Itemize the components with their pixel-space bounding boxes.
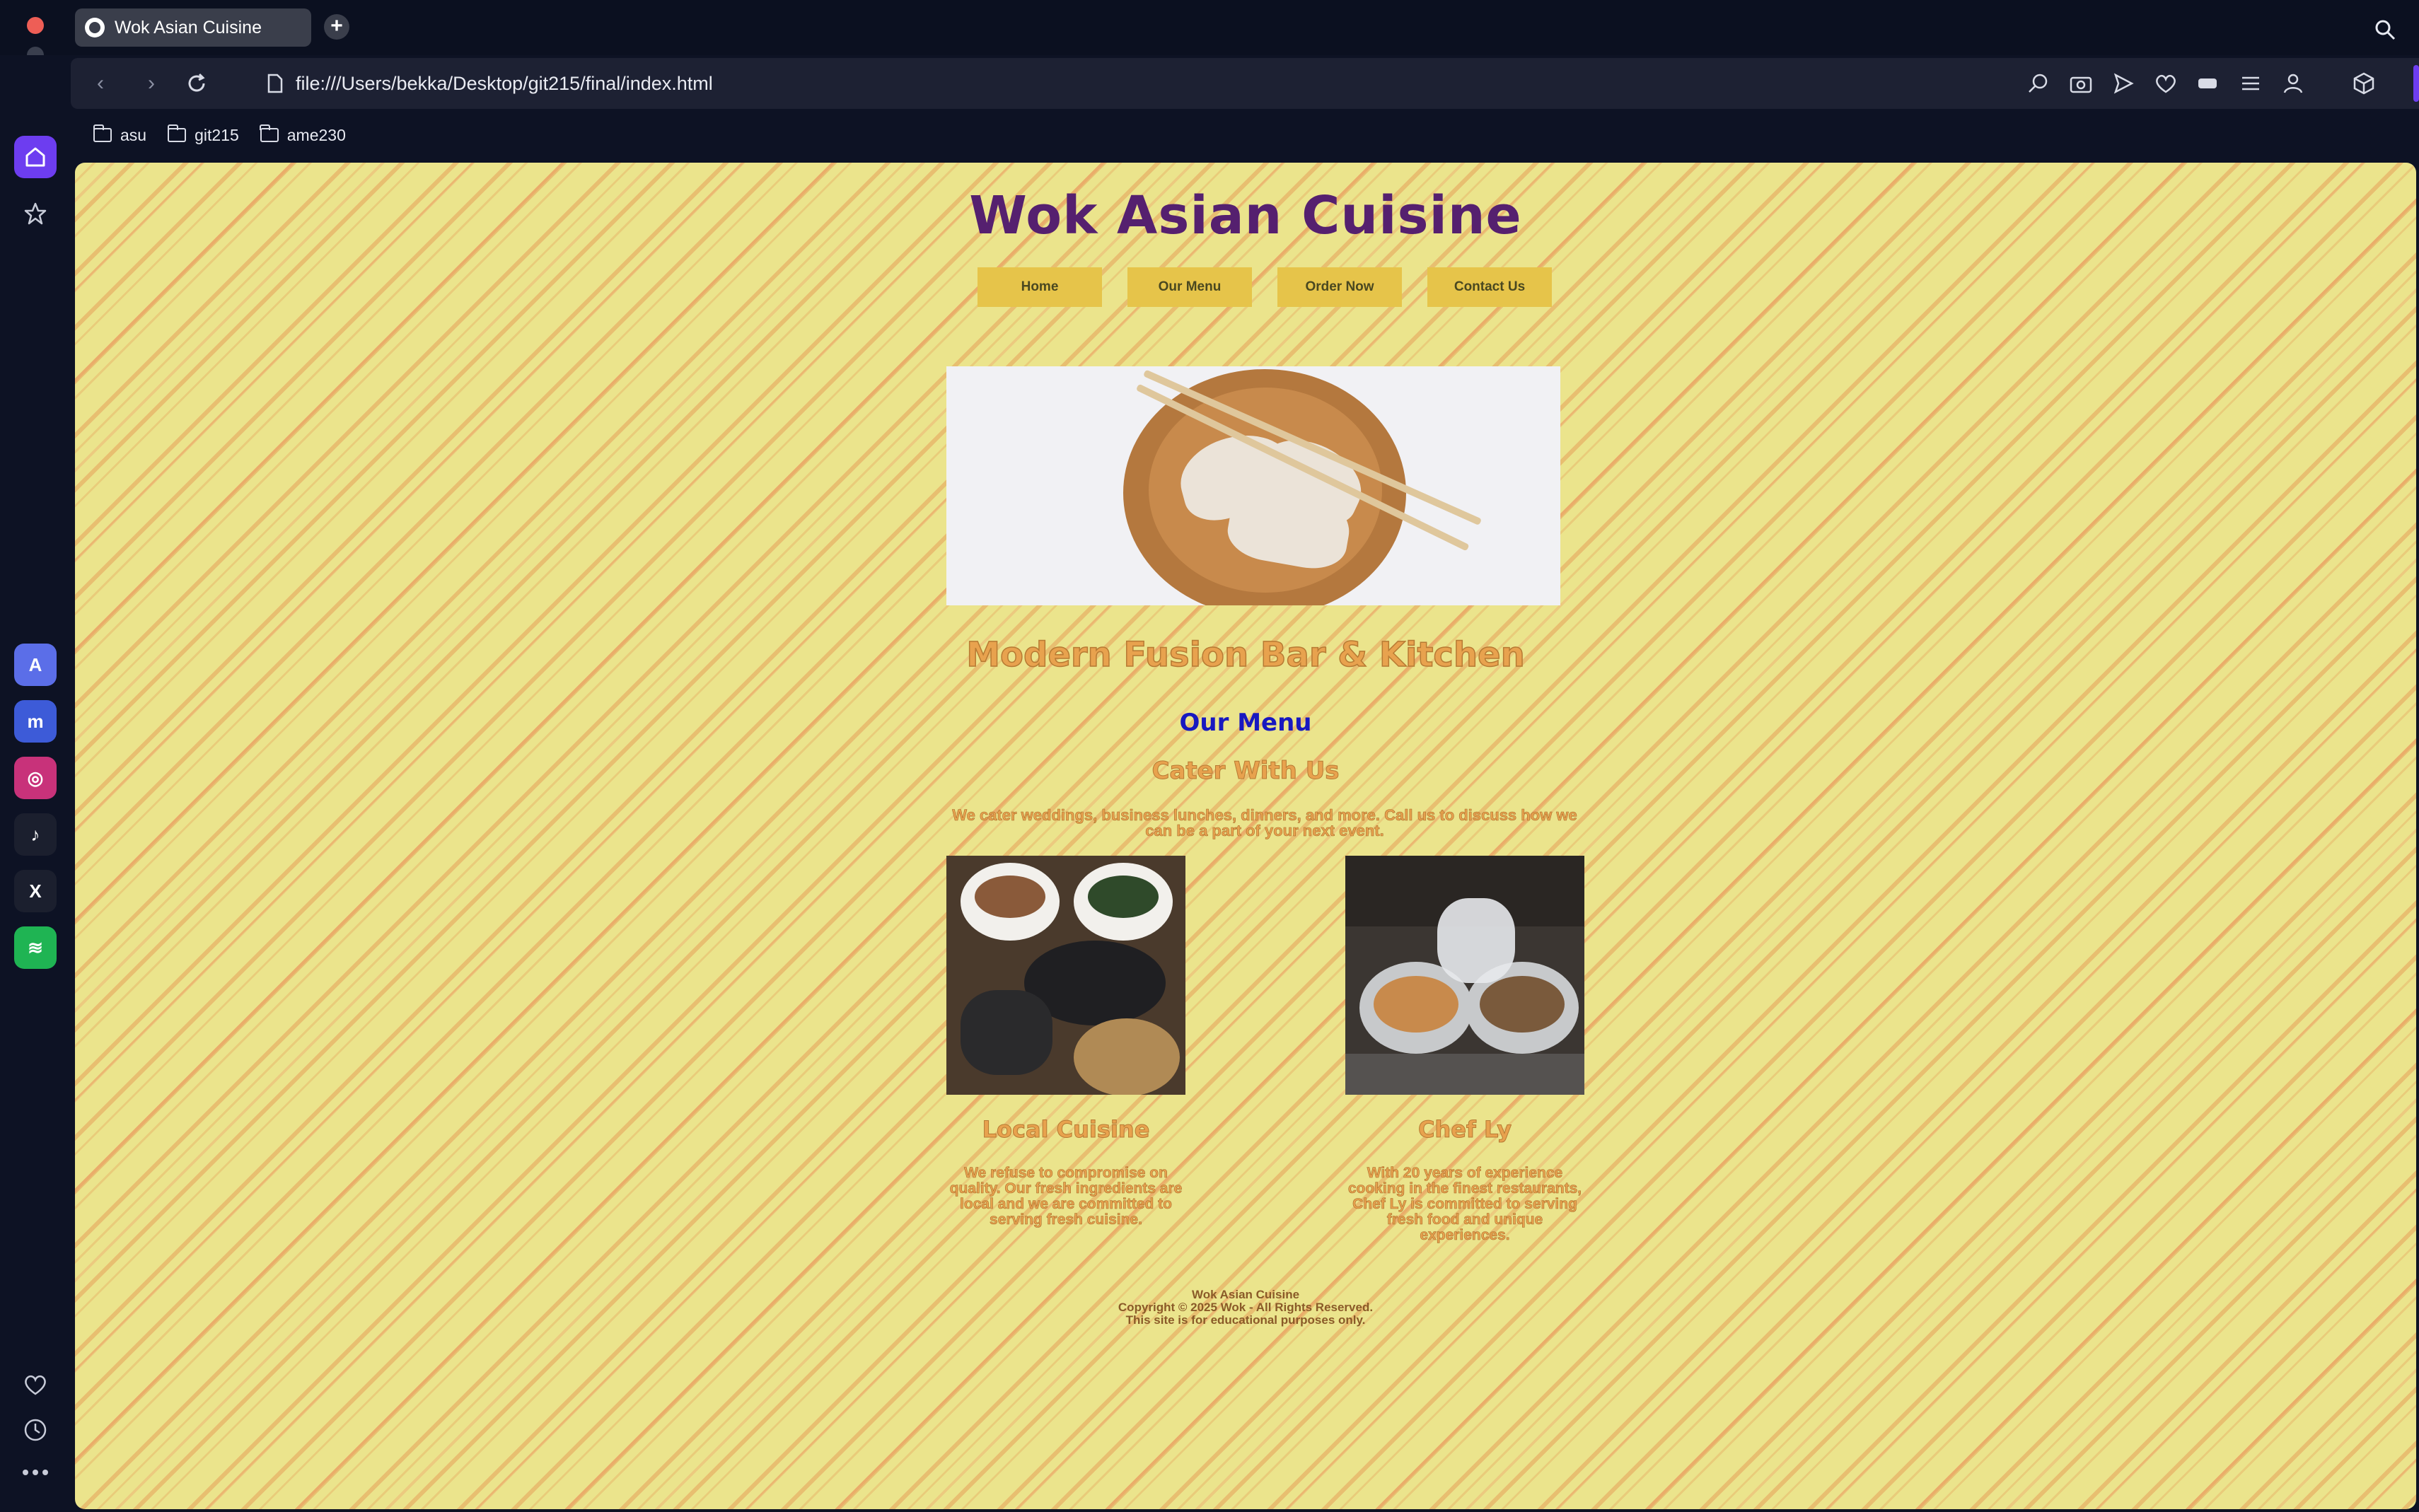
- site-footer: Wok Asian Cuisine Copyright © 2025 Wok -…: [75, 1289, 2416, 1327]
- favorites-button[interactable]: [14, 192, 57, 235]
- footer-name: Wok Asian Cuisine: [1191, 1288, 1300, 1301]
- tiktok-icon[interactable]: ♪: [14, 813, 57, 856]
- tab-title: Wok Asian Cuisine: [115, 17, 262, 37]
- bookmark-label: asu: [120, 125, 147, 144]
- search-icon[interactable]: [2374, 18, 2396, 41]
- folder-icon: [93, 124, 112, 142]
- new-tab-button[interactable]: +: [324, 14, 349, 40]
- bookmarks-bar: asu git215 ame230: [71, 112, 2419, 158]
- forward-icon[interactable]: ›: [139, 71, 164, 96]
- chef-ly-image: [1345, 856, 1584, 1095]
- home-icon: [25, 147, 45, 167]
- send-icon[interactable]: [2111, 71, 2136, 96]
- zoom-search-icon[interactable]: [2026, 71, 2051, 96]
- web-page: Wok Asian Cuisine Home Our Menu Order No…: [75, 163, 2416, 1509]
- star-icon: [24, 202, 47, 225]
- globe-icon: [85, 18, 105, 37]
- browser-toolbar: [2026, 71, 2377, 96]
- heart-icon[interactable]: [23, 1372, 48, 1396]
- folder-icon: [260, 124, 279, 142]
- profile-icon[interactable]: [2280, 71, 2306, 96]
- bookmark-asu[interactable]: asu: [93, 124, 147, 145]
- local-cuisine-title: Local Cuisine: [982, 1116, 1150, 1144]
- back-icon[interactable]: ‹: [88, 71, 113, 96]
- tagline: Modern Fusion Bar & Kitchen: [965, 634, 1525, 675]
- nav-contact-us-button[interactable]: Contact Us: [1427, 267, 1552, 307]
- close-window-button[interactable]: [27, 17, 44, 34]
- more-icon[interactable]: [21, 1468, 50, 1477]
- reload-icon[interactable]: [184, 71, 209, 96]
- sidebar: A m ◎ ♪ X ≋: [0, 55, 71, 1512]
- messenger-icon[interactable]: m: [14, 700, 57, 743]
- instagram-icon[interactable]: ◎: [14, 757, 57, 799]
- chef-ly-text: With 20 years of experience cooking in t…: [1347, 1165, 1582, 1243]
- camera-icon[interactable]: [2068, 71, 2094, 96]
- history-icon[interactable]: [23, 1417, 48, 1443]
- local-cuisine-image: [946, 856, 1185, 1095]
- nav-order-now-button[interactable]: Order Now: [1277, 267, 1402, 307]
- nav-home-button[interactable]: Home: [978, 267, 1102, 307]
- url-text: file:///Users/bekka/Desktop/git215/final…: [296, 72, 713, 94]
- local-cuisine-text: We refuse to compromise on quality. Our …: [949, 1165, 1183, 1228]
- home-button[interactable]: [14, 136, 57, 178]
- spotify-icon[interactable]: ≋: [14, 926, 57, 969]
- address-bar-row: ‹ › file:///Users/bekka/Desktop/git215/f…: [71, 58, 2419, 109]
- cater-heading: Cater With Us: [1152, 757, 1340, 786]
- url-field[interactable]: file:///Users/bekka/Desktop/git215/final…: [267, 69, 713, 98]
- footer-copyright: Copyright © 2025 Wok - All Rights Reserv…: [1118, 1301, 1374, 1314]
- nav-our-menu-button[interactable]: Our Menu: [1127, 267, 1252, 307]
- file-icon: [267, 74, 283, 93]
- chef-ly-title: Chef Ly: [1417, 1116, 1512, 1144]
- menu-lines-icon[interactable]: [2238, 71, 2263, 96]
- hero-image: [946, 366, 1560, 605]
- battery-icon[interactable]: [2195, 71, 2221, 96]
- heart-icon[interactable]: [2153, 71, 2179, 96]
- bookmark-ame230[interactable]: ame230: [260, 124, 346, 145]
- browser-tab[interactable]: Wok Asian Cuisine: [75, 8, 311, 47]
- cube-icon[interactable]: [2351, 71, 2377, 96]
- bookmark-label: ame230: [286, 125, 346, 144]
- x-icon[interactable]: X: [14, 870, 57, 912]
- window-titlebar: Wok Asian Cuisine +: [0, 0, 2419, 95]
- bookmark-git215[interactable]: git215: [167, 124, 239, 145]
- folder-icon: [167, 124, 187, 142]
- testflight-icon[interactable]: A: [14, 644, 57, 686]
- site-title: Wok Asian Cuisine: [969, 185, 1522, 246]
- sidebar-toggle[interactable]: [2413, 65, 2419, 102]
- site-nav: Home Our Menu Order Now Contact Us: [978, 267, 1552, 307]
- footer-disclaimer: This site is for educational purposes on…: [1125, 1313, 1366, 1327]
- cater-text: We cater weddings, business lunches, din…: [952, 806, 1577, 839]
- bookmark-label: git215: [195, 125, 239, 144]
- our-menu-link[interactable]: Our Menu: [75, 709, 2416, 737]
